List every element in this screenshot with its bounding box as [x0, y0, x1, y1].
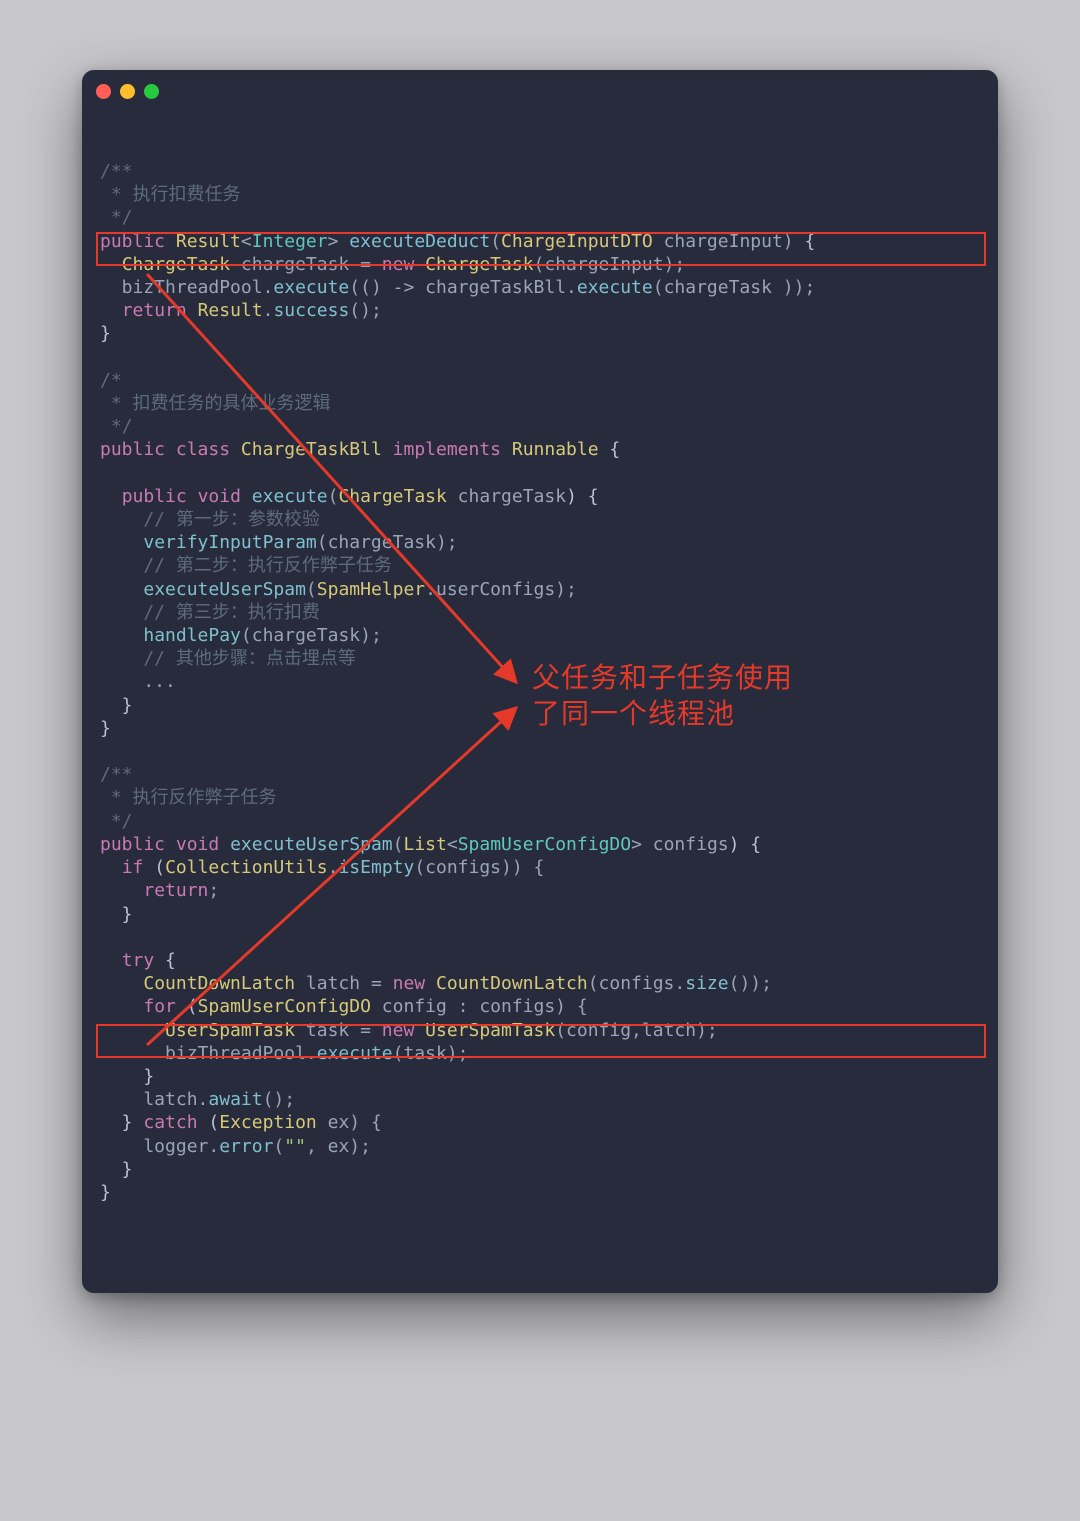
canvas: /** * 执行扣费任务 */ public Result<Integer> e… [0, 0, 1080, 1521]
maximize-icon[interactable] [144, 84, 159, 99]
window-traffic-lights [96, 84, 159, 99]
close-icon[interactable] [96, 84, 111, 99]
code-block: /** * 执行扣费任务 */ public Result<Integer> e… [100, 160, 815, 1204]
minimize-icon[interactable] [120, 84, 135, 99]
code-window: /** * 执行扣费任务 */ public Result<Integer> e… [82, 70, 998, 1293]
